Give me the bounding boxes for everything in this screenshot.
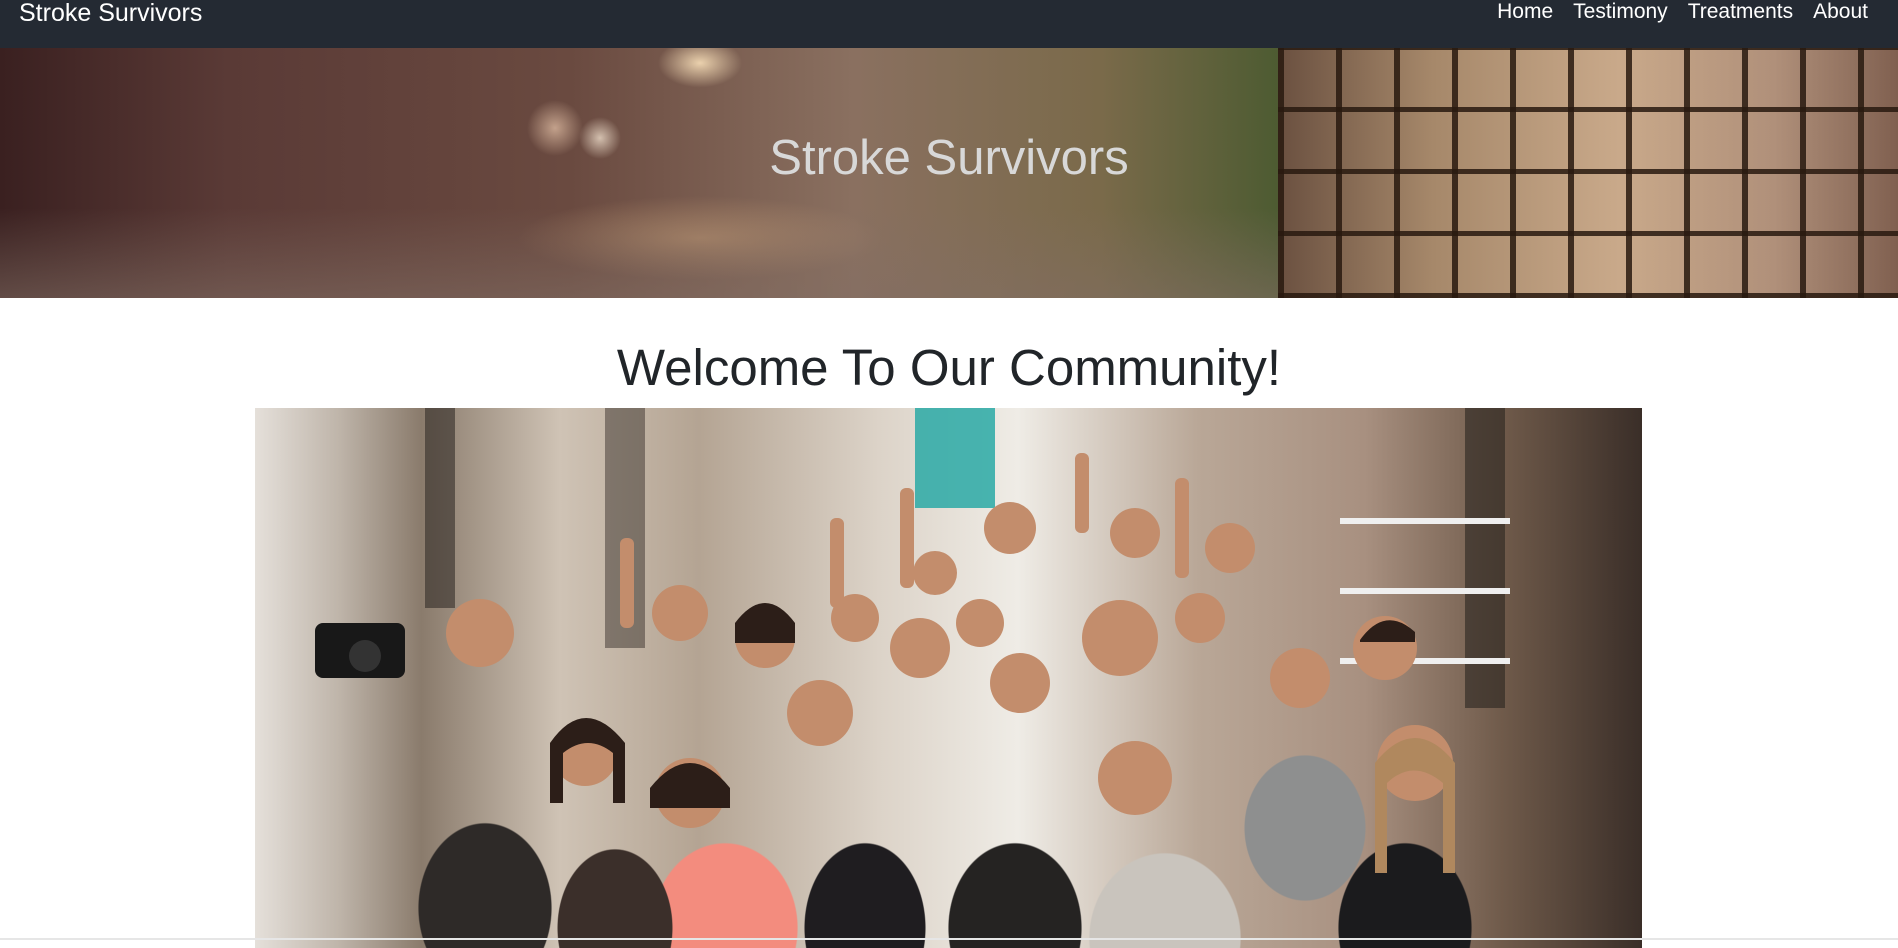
welcome-heading: Welcome To Our Community!: [616, 339, 1282, 396]
community-group-photo: [255, 408, 1642, 948]
nav-link-about[interactable]: About: [1813, 0, 1868, 24]
hero-title: Stroke Survivors: [769, 131, 1129, 185]
brand-link[interactable]: Stroke Survivors: [19, 0, 202, 28]
nav-link-testimony[interactable]: Testimony: [1573, 0, 1668, 24]
page-divider: [0, 938, 1898, 940]
nav-link-home[interactable]: Home: [1497, 0, 1553, 24]
top-navbar: Stroke Survivors Home Testimony Treatmen…: [0, 0, 1898, 48]
group-photo-illustration: [315, 408, 1510, 873]
nav-links: Home Testimony Treatments About: [1497, 0, 1868, 24]
nav-link-treatments[interactable]: Treatments: [1688, 0, 1793, 24]
hero-banner: Stroke Survivors: [0, 48, 1898, 298]
hero-street-background: [0, 208, 1280, 298]
